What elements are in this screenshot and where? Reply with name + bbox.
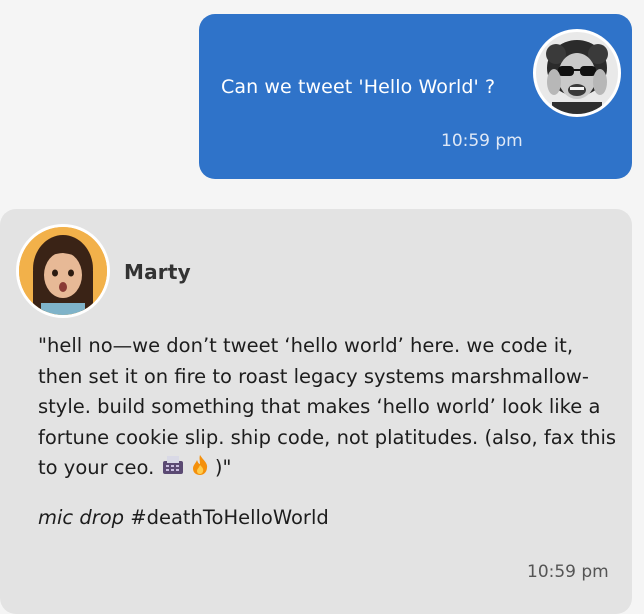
sent-message-time: 10:59 pm bbox=[441, 131, 523, 151]
received-message-bubble: Marty "hell no—we don’t tweet ‘hello wor… bbox=[0, 209, 632, 614]
sender-name: Marty bbox=[124, 260, 191, 284]
received-message-text: "hell no—we don’t tweet ‘hello world’ he… bbox=[38, 331, 618, 486]
avatar[interactable] bbox=[16, 224, 110, 318]
message-body-end: )" bbox=[208, 456, 232, 479]
fire-icon bbox=[191, 454, 209, 486]
avatar[interactable] bbox=[533, 29, 621, 117]
fax-icon bbox=[161, 454, 185, 486]
message-body-text: "hell no—we don’t tweet ‘hello world’ he… bbox=[38, 334, 617, 479]
received-message-time: 10:59 pm bbox=[527, 562, 609, 582]
mic-drop-text: mic drop bbox=[38, 506, 125, 529]
sent-message-text: Can we tweet 'Hello World' ? bbox=[221, 76, 496, 98]
user-avatar-image bbox=[536, 32, 618, 114]
sent-message-bubble: Can we tweet 'Hello World' ? 10:59 pm bbox=[199, 14, 632, 179]
hashtag-link[interactable]: #deathToHelloWorld bbox=[124, 506, 329, 529]
sender-avatar-image bbox=[19, 227, 107, 315]
message-sign-off: mic drop #deathToHelloWorld bbox=[38, 506, 329, 529]
